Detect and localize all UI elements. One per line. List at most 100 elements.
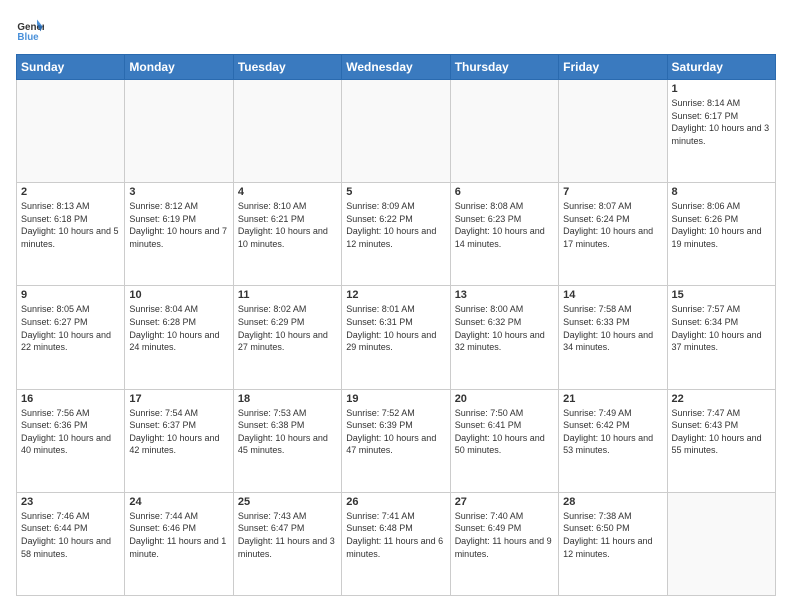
- day-info: Sunrise: 8:10 AM Sunset: 6:21 PM Dayligh…: [238, 200, 337, 250]
- day-info: Sunrise: 8:01 AM Sunset: 6:31 PM Dayligh…: [346, 303, 445, 353]
- calendar-cell: [450, 80, 558, 183]
- calendar-cell: 2 Sunrise: 8:13 AM Sunset: 6:18 PM Daylig…: [17, 183, 125, 286]
- day-info: Sunrise: 8:05 AM Sunset: 6:27 PM Dayligh…: [21, 303, 120, 353]
- day-number: 2: [21, 186, 120, 198]
- calendar-cell: 11 Sunrise: 8:02 AM Sunset: 6:29 PM Dayli…: [233, 286, 341, 389]
- calendar-cell: [342, 80, 450, 183]
- calendar-cell: 15Sunrise: 7:57 AM Sunset: 6:34 PM Dayli…: [667, 286, 775, 389]
- day-number: 6: [455, 186, 554, 198]
- day-info: Sunrise: 7:43 AM Sunset: 6:47 PM Dayligh…: [238, 510, 337, 560]
- weekday-header: Monday: [125, 55, 233, 80]
- day-number: 20: [455, 393, 554, 405]
- calendar-week: 9 Sunrise: 8:05 AM Sunset: 6:27 PM Daylig…: [17, 286, 776, 389]
- day-info: Sunrise: 7:50 AM Sunset: 6:41 PM Dayligh…: [455, 407, 554, 457]
- day-number: 17: [129, 393, 228, 405]
- weekday-header: Thursday: [450, 55, 558, 80]
- day-number: 4: [238, 186, 337, 198]
- weekday-header: Sunday: [17, 55, 125, 80]
- page: General Blue SundayMondayTuesdayWednesda…: [0, 0, 792, 612]
- calendar-cell: 12 Sunrise: 8:01 AM Sunset: 6:31 PM Dayli…: [342, 286, 450, 389]
- day-number: 12: [346, 289, 445, 301]
- calendar-cell: 20 Sunrise: 7:50 AM Sunset: 6:41 PM Dayli…: [450, 389, 558, 492]
- day-number: 10: [129, 289, 228, 301]
- calendar-cell: 26Sunrise: 7:41 AM Sunset: 6:48 PM Dayli…: [342, 492, 450, 595]
- calendar-cell: 13 Sunrise: 8:00 AM Sunset: 6:32 PM Dayli…: [450, 286, 558, 389]
- day-number: 5: [346, 186, 445, 198]
- calendar-cell: [17, 80, 125, 183]
- calendar-cell: 8 Sunrise: 8:06 AM Sunset: 6:26 PM Daylig…: [667, 183, 775, 286]
- calendar-cell: 18Sunrise: 7:53 AM Sunset: 6:38 PM Dayli…: [233, 389, 341, 492]
- calendar-week: 23 Sunrise: 7:46 AM Sunset: 6:44 PM Dayli…: [17, 492, 776, 595]
- calendar-week: 1Sunrise: 8:14 AM Sunset: 6:17 PM Daylig…: [17, 80, 776, 183]
- day-info: Sunrise: 8:00 AM Sunset: 6:32 PM Dayligh…: [455, 303, 554, 353]
- calendar-cell: [559, 80, 667, 183]
- day-number: 28: [563, 496, 662, 508]
- calendar-cell: 17 Sunrise: 7:54 AM Sunset: 6:37 PM Dayli…: [125, 389, 233, 492]
- day-info: Sunrise: 7:54 AM Sunset: 6:37 PM Dayligh…: [129, 407, 228, 457]
- day-number: 8: [672, 186, 771, 198]
- calendar-cell: 6 Sunrise: 8:08 AM Sunset: 6:23 PM Daylig…: [450, 183, 558, 286]
- day-number: 1: [672, 83, 771, 95]
- day-number: 27: [455, 496, 554, 508]
- day-info: Sunrise: 7:56 AM Sunset: 6:36 PM Dayligh…: [21, 407, 120, 457]
- day-info: Sunrise: 7:40 AM Sunset: 6:49 PM Dayligh…: [455, 510, 554, 560]
- day-number: 21: [563, 393, 662, 405]
- calendar-cell: 25 Sunrise: 7:43 AM Sunset: 6:47 PM Dayli…: [233, 492, 341, 595]
- day-number: 3: [129, 186, 228, 198]
- day-number: 14: [563, 289, 662, 301]
- calendar-cell: 4 Sunrise: 8:10 AM Sunset: 6:21 PM Daylig…: [233, 183, 341, 286]
- day-info: Sunrise: 8:12 AM Sunset: 6:19 PM Dayligh…: [129, 200, 228, 250]
- day-number: 24: [129, 496, 228, 508]
- day-info: Sunrise: 8:13 AM Sunset: 6:18 PM Dayligh…: [21, 200, 120, 250]
- day-number: 16: [21, 393, 120, 405]
- calendar-cell: 3 Sunrise: 8:12 AM Sunset: 6:19 PM Daylig…: [125, 183, 233, 286]
- calendar-cell: [667, 492, 775, 595]
- logo: General Blue: [16, 16, 48, 44]
- day-number: 7: [563, 186, 662, 198]
- calendar-week: 2 Sunrise: 8:13 AM Sunset: 6:18 PM Daylig…: [17, 183, 776, 286]
- day-info: Sunrise: 7:46 AM Sunset: 6:44 PM Dayligh…: [21, 510, 120, 560]
- day-number: 25: [238, 496, 337, 508]
- calendar-cell: 27 Sunrise: 7:40 AM Sunset: 6:49 PM Dayli…: [450, 492, 558, 595]
- header: General Blue: [16, 16, 776, 44]
- day-info: Sunrise: 8:02 AM Sunset: 6:29 PM Dayligh…: [238, 303, 337, 353]
- calendar-cell: 14 Sunrise: 7:58 AM Sunset: 6:33 PM Dayli…: [559, 286, 667, 389]
- day-info: Sunrise: 8:09 AM Sunset: 6:22 PM Dayligh…: [346, 200, 445, 250]
- day-info: Sunrise: 8:07 AM Sunset: 6:24 PM Dayligh…: [563, 200, 662, 250]
- calendar: SundayMondayTuesdayWednesdayThursdayFrid…: [16, 54, 776, 596]
- day-info: Sunrise: 7:44 AM Sunset: 6:46 PM Dayligh…: [129, 510, 228, 560]
- calendar-cell: 23 Sunrise: 7:46 AM Sunset: 6:44 PM Dayli…: [17, 492, 125, 595]
- day-number: 18: [238, 393, 337, 405]
- logo-icon: General Blue: [16, 16, 44, 44]
- day-info: Sunrise: 7:49 AM Sunset: 6:42 PM Dayligh…: [563, 407, 662, 457]
- calendar-cell: 24 Sunrise: 7:44 AM Sunset: 6:46 PM Dayli…: [125, 492, 233, 595]
- calendar-cell: 21 Sunrise: 7:49 AM Sunset: 6:42 PM Dayli…: [559, 389, 667, 492]
- day-number: 9: [21, 289, 120, 301]
- day-info: Sunrise: 8:06 AM Sunset: 6:26 PM Dayligh…: [672, 200, 771, 250]
- calendar-cell: 7 Sunrise: 8:07 AM Sunset: 6:24 PM Daylig…: [559, 183, 667, 286]
- day-info: Sunrise: 7:41 AM Sunset: 6:48 PM Dayligh…: [346, 510, 445, 560]
- calendar-cell: [125, 80, 233, 183]
- day-number: 22: [672, 393, 771, 405]
- header-row: SundayMondayTuesdayWednesdayThursdayFrid…: [17, 55, 776, 80]
- day-info: Sunrise: 7:52 AM Sunset: 6:39 PM Dayligh…: [346, 407, 445, 457]
- calendar-cell: 22 Sunrise: 7:47 AM Sunset: 6:43 PM Dayli…: [667, 389, 775, 492]
- weekday-header: Saturday: [667, 55, 775, 80]
- day-info: Sunrise: 7:47 AM Sunset: 6:43 PM Dayligh…: [672, 407, 771, 457]
- day-number: 11: [238, 289, 337, 301]
- calendar-cell: 9 Sunrise: 8:05 AM Sunset: 6:27 PM Daylig…: [17, 286, 125, 389]
- calendar-cell: 28 Sunrise: 7:38 AM Sunset: 6:50 PM Dayli…: [559, 492, 667, 595]
- calendar-cell: 5 Sunrise: 8:09 AM Sunset: 6:22 PM Daylig…: [342, 183, 450, 286]
- weekday-header: Tuesday: [233, 55, 341, 80]
- svg-text:Blue: Blue: [17, 32, 39, 43]
- day-info: Sunrise: 8:08 AM Sunset: 6:23 PM Dayligh…: [455, 200, 554, 250]
- calendar-cell: 1Sunrise: 8:14 AM Sunset: 6:17 PM Daylig…: [667, 80, 775, 183]
- calendar-cell: 16 Sunrise: 7:56 AM Sunset: 6:36 PM Dayli…: [17, 389, 125, 492]
- day-number: 15: [672, 289, 771, 301]
- day-number: 19: [346, 393, 445, 405]
- weekday-header: Friday: [559, 55, 667, 80]
- day-info: Sunrise: 7:58 AM Sunset: 6:33 PM Dayligh…: [563, 303, 662, 353]
- day-number: 13: [455, 289, 554, 301]
- day-number: 23: [21, 496, 120, 508]
- day-info: Sunrise: 7:38 AM Sunset: 6:50 PM Dayligh…: [563, 510, 662, 560]
